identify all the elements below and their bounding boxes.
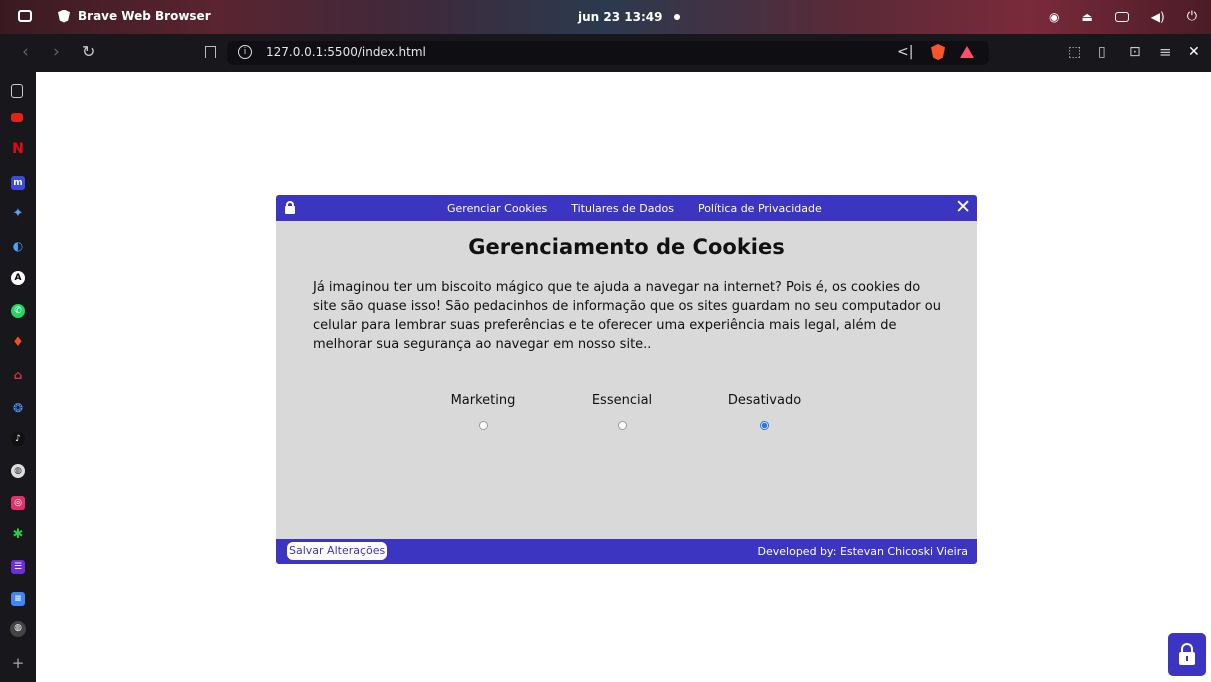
notification-dot-icon	[674, 14, 681, 20]
add-sidebar-item-icon[interactable]: +	[11, 656, 25, 671]
eject-tray-icon[interactable]: ⏏	[1081, 10, 1092, 24]
cookie-modal: Gerenciar Cookies Titulares de Dados Pol…	[276, 195, 977, 564]
list-app-icon[interactable]: ☰	[11, 560, 25, 574]
mail-m-icon[interactable]: m	[11, 176, 25, 190]
site-info-icon[interactable]: i	[238, 45, 252, 59]
app-name[interactable]: Brave Web Browser	[78, 9, 211, 23]
back-icon[interactable]: ‹	[22, 42, 29, 62]
floating-lock-button[interactable]	[1168, 633, 1206, 676]
netflix-icon[interactable]: N	[11, 142, 25, 156]
docs-icon[interactable]: ≡	[11, 592, 25, 606]
save-button[interactable]: Salvar Alterações	[287, 542, 388, 560]
gemini-icon[interactable]: ✦	[11, 207, 25, 221]
panel-icon[interactable]	[11, 84, 23, 98]
radio-marketing[interactable]	[478, 421, 488, 430]
volume-icon[interactable]: ◀)	[1151, 10, 1165, 24]
option-label: Essencial	[591, 393, 653, 408]
url-text[interactable]: 127.0.0.1:5500/index.html	[266, 45, 426, 59]
close-icon[interactable]: ✕	[955, 196, 971, 218]
modal-title: Gerenciamento de Cookies	[468, 235, 785, 259]
shopping-bag-icon[interactable]: ⌂	[11, 368, 25, 382]
radio-essencial[interactable]	[617, 421, 627, 430]
wallet-icon[interactable]: ⊡	[1129, 42, 1141, 62]
youtube-icon[interactable]	[11, 113, 23, 122]
instagram-icon[interactable]: ◎	[11, 496, 25, 510]
nav-gerenciar-cookies[interactable]: Gerenciar Cookies	[447, 202, 547, 215]
modal-header: Gerenciar Cookies Titulares de Dados Pol…	[276, 195, 977, 221]
brave-rewards-icon[interactable]	[960, 46, 974, 58]
modal-nav: Gerenciar Cookies Titulares de Dados Pol…	[447, 202, 822, 215]
whatsapp-icon[interactable]: ✆	[11, 304, 25, 318]
modal-description: Já imaginou ter um biscoito mágico que t…	[313, 280, 941, 352]
app-a-icon[interactable]: A	[11, 271, 25, 285]
os-top-bar: Brave Web Browser jun 23 13:49 ◉ ⏏ ◀) ⏻	[0, 0, 1211, 34]
discord-tray-icon[interactable]: ◉	[1049, 10, 1059, 24]
clock[interactable]: jun 23 13:49	[578, 10, 662, 24]
forward-icon[interactable]: ›	[53, 42, 60, 62]
radio-desativado[interactable]	[760, 421, 769, 430]
option-desativado[interactable]: Desativado	[722, 393, 807, 430]
extensions-icon[interactable]: ⬚	[1068, 42, 1081, 62]
window-tray-icon[interactable]	[1114, 11, 1129, 22]
globe-icon[interactable]: ◍	[11, 464, 25, 478]
option-label: Desativado	[727, 393, 802, 408]
brave-app-icon	[58, 9, 70, 23]
linktree-icon[interactable]: ✱	[11, 528, 25, 542]
figma-icon[interactable]: ♦	[11, 336, 25, 350]
modal-footer: Salvar Alterações Developed by: Estevan …	[276, 539, 977, 564]
option-essencial[interactable]: Essencial	[585, 393, 659, 430]
lock-icon	[285, 201, 295, 214]
share-icon[interactable]: <|	[897, 44, 913, 60]
active-globe-icon[interactable]: ◍	[10, 621, 26, 637]
colorful-app-icon[interactable]: ❂	[11, 401, 25, 415]
bookmark-icon[interactable]	[205, 46, 216, 58]
tiktok-icon[interactable]: ♪	[11, 432, 25, 446]
steam-icon[interactable]: ◐	[11, 239, 25, 253]
activities-icon[interactable]	[18, 10, 32, 22]
browser-sidebar: N m ✦ ◐ A ✆ ♦ ⌂ ❂ ♪ ◍ ◎ ✱ ☰ ≡ ◍ +	[0, 72, 36, 682]
menu-icon[interactable]: ≡	[1159, 42, 1172, 62]
nav-politica-privacidade[interactable]: Política de Privacidade	[698, 202, 822, 215]
power-icon[interactable]: ⏻	[1187, 9, 1197, 24]
developer-credit: Developed by: Estevan Chicoski Vieira	[757, 545, 968, 558]
reload-icon[interactable]: ↻	[82, 42, 95, 62]
nav-titulares-de-dados[interactable]: Titulares de Dados	[571, 202, 674, 215]
option-marketing[interactable]: Marketing	[446, 393, 520, 430]
close-window-icon[interactable]: ✕	[1188, 42, 1200, 62]
option-label: Marketing	[450, 393, 516, 408]
sidebar-toggle-icon[interactable]: ▯	[1098, 42, 1106, 62]
